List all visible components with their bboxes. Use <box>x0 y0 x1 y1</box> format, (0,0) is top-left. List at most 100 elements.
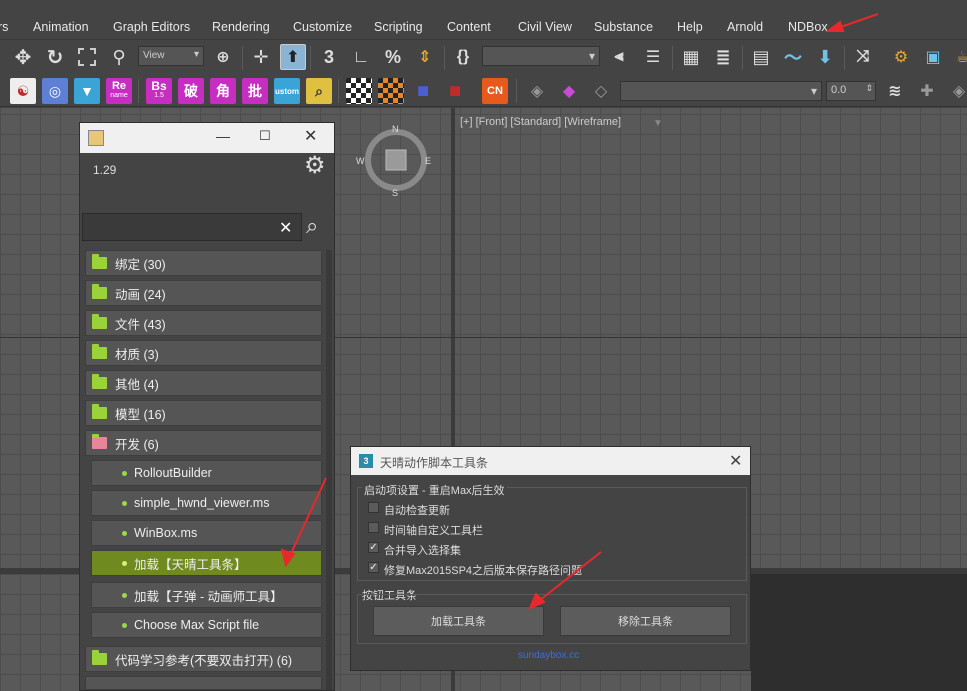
load-toolbar-button[interactable]: 加载工具条 <box>373 606 544 636</box>
character-icon[interactable]: ☯ <box>10 78 36 104</box>
align-icon[interactable]: ☰ <box>640 44 666 70</box>
toggle-ribbon-icon[interactable]: ▤ <box>748 44 774 70</box>
snap-toggle-icon[interactable]: 3 <box>316 44 342 70</box>
cube-blue-icon[interactable]: ■ <box>410 78 436 104</box>
select-region-icon[interactable] <box>74 44 100 70</box>
pivot-icon[interactable]: ⊕ <box>210 44 236 70</box>
category-other[interactable]: 其他 (4) <box>85 370 322 396</box>
add-layer-icon[interactable]: ✚ <box>914 78 940 104</box>
script-item[interactable]: Choose Max Script file <box>91 612 322 638</box>
angle-snap-icon[interactable]: ∟ <box>348 44 374 70</box>
remove-toolbar-button[interactable]: 移除工具条 <box>560 606 731 636</box>
po-icon[interactable]: 破 <box>178 78 204 104</box>
value-spinner[interactable]: 0.0 ⇕ <box>826 81 876 101</box>
layer-dropdown[interactable]: ▾ <box>620 81 822 101</box>
search-icon[interactable]: ⌕ <box>306 213 318 239</box>
close-icon[interactable]: ✕ <box>729 451 742 471</box>
material-editor-icon[interactable]: ⤨ <box>850 44 876 70</box>
layer-explorer-icon[interactable]: ≣ <box>710 44 736 70</box>
maximize-icon[interactable]: ☐ <box>259 128 271 144</box>
filter-icon[interactable]: ▼ <box>653 118 663 129</box>
folder-search-icon[interactable]: ⌕ <box>306 78 332 104</box>
menu-item-civil-view[interactable]: Civil View <box>518 20 572 34</box>
category-partial[interactable] <box>85 676 322 690</box>
gear-icon[interactable]: ⚙ <box>304 151 326 180</box>
link-icon[interactable]: ⚲ <box>106 44 132 70</box>
checker-orange-icon[interactable] <box>378 78 404 104</box>
rendered-frame-window-icon[interactable]: ▣ <box>920 44 946 70</box>
layers-icon[interactable]: ◈ <box>524 78 550 104</box>
custom-icon[interactable]: ustom <box>274 78 300 104</box>
category-dev[interactable]: 开发 (6) <box>85 430 322 456</box>
category-model[interactable]: 模型 (16) <box>85 400 322 426</box>
rename-icon[interactable]: Re name <box>106 78 132 104</box>
category-material[interactable]: 材质 (3) <box>85 340 322 366</box>
select-manipulate-icon[interactable]: ✛ <box>248 44 274 70</box>
menu-item-content[interactable]: Content <box>447 20 491 34</box>
clear-search-icon[interactable]: ✕ <box>279 218 292 238</box>
named-selection-dropdown[interactable]: ▾ <box>482 46 600 66</box>
spinner-snap-icon[interactable]: ⇕ <box>412 44 438 70</box>
layer-stack-icon[interactable]: ◇ <box>588 78 614 104</box>
menu-item-customize[interactable]: Customize <box>293 20 352 34</box>
target-icon[interactable]: ◎ <box>42 78 68 104</box>
script-item[interactable]: simple_hwnd_viewer.ms <box>91 490 322 516</box>
cn-icon[interactable]: CN <box>482 78 508 104</box>
rotate-icon[interactable]: ↻ <box>42 44 68 70</box>
script-item[interactable]: 加载【子弹 - 动画师工具】 <box>91 582 322 608</box>
menu-item-substance[interactable]: Substance <box>594 20 653 34</box>
search-input[interactable] <box>82 213 302 241</box>
menu-item-truncated[interactable]: rs <box>0 20 8 34</box>
menu-item-ndbox[interactable]: NDBox <box>788 20 828 34</box>
reference-coordinate-dropdown[interactable]: View ▾ <box>138 46 204 66</box>
website-link[interactable]: sundaybox.cc <box>518 650 579 661</box>
shield-icon[interactable]: ▼ <box>74 78 100 104</box>
layer-add-icon[interactable]: ◆ <box>556 78 582 104</box>
cube-red-icon[interactable]: ■ <box>442 78 468 104</box>
menu-item-graph-editors[interactable]: Graph Editors <box>113 20 190 34</box>
category-code-reference[interactable]: 代码学习参考(不要双击打开) (6) <box>85 646 322 672</box>
pi-icon[interactable]: 批 <box>242 78 268 104</box>
jiao-icon[interactable]: 角 <box>210 78 236 104</box>
view-dropdown-label: View <box>143 50 165 61</box>
render-production-icon[interactable]: ☕ <box>950 44 967 70</box>
ndbox-titlebar[interactable]: — ☐ ✕ <box>80 123 334 153</box>
viewport-label[interactable]: [+] [Front] [Standard] [Wireframe] <box>460 116 621 128</box>
menu-item-help[interactable]: Help <box>677 20 703 34</box>
timeline-toolbar-checkbox[interactable] <box>368 522 379 533</box>
category-animation[interactable]: 动画 (24) <box>85 280 322 306</box>
script-item[interactable]: RolloutBuilder <box>91 460 322 486</box>
scene-explorer-icon[interactable]: ▦ <box>678 44 704 70</box>
max-window: rs Animation Graph Editors Rendering Cus… <box>0 0 967 691</box>
script-item[interactable]: WinBox.ms <box>91 520 322 546</box>
fix-path-checkbox[interactable]: ✓ <box>368 562 379 573</box>
category-file[interactable]: 文件 (43) <box>85 310 322 336</box>
close-icon[interactable]: ✕ <box>304 126 317 146</box>
minimize-icon[interactable]: — <box>216 128 230 144</box>
checker-icon[interactable] <box>346 78 372 104</box>
bs-icon[interactable]: Bs 1.5 <box>146 78 172 104</box>
category-bind[interactable]: 绑定 (30) <box>85 250 322 276</box>
dialog-titlebar[interactable]: 3 天晴动作脚本工具条 ✕ <box>351 447 750 475</box>
merge-selection-checkbox[interactable]: ✓ <box>368 542 379 553</box>
curve-editor-icon[interactable]: 〜 <box>780 44 806 70</box>
keyboard-shortcut-override-icon[interactable]: ⬆ <box>280 44 306 70</box>
viewcube[interactable]: N S W E <box>356 124 431 198</box>
render-setup-icon[interactable]: ⚙ <box>888 44 914 70</box>
menu-item-arnold[interactable]: Arnold <box>727 20 763 34</box>
perspective-viewport[interactable] <box>751 574 967 691</box>
schematic-view-icon[interactable]: ⬇ <box>812 44 838 70</box>
edit-named-selection-icon[interactable]: {} <box>450 44 476 70</box>
menu-item-animation[interactable]: Animation <box>33 20 89 34</box>
panel-scrollbar[interactable] <box>326 250 332 690</box>
mirror-icon[interactable]: ⫷ <box>606 44 632 70</box>
stack-gear-icon[interactable]: ≋ <box>882 78 908 104</box>
script-item-selected[interactable]: 加载【天晴工具条】 <box>91 550 322 576</box>
auto-update-checkbox[interactable] <box>368 502 379 513</box>
category-label: 动画 (24) <box>115 287 166 302</box>
layers-gray-icon[interactable]: ◈ <box>946 78 967 104</box>
menu-item-rendering[interactable]: Rendering <box>212 20 270 34</box>
move-icon[interactable]: ✥ <box>10 44 36 70</box>
percent-snap-icon[interactable]: % <box>380 44 406 70</box>
menu-item-scripting[interactable]: Scripting <box>374 20 423 34</box>
